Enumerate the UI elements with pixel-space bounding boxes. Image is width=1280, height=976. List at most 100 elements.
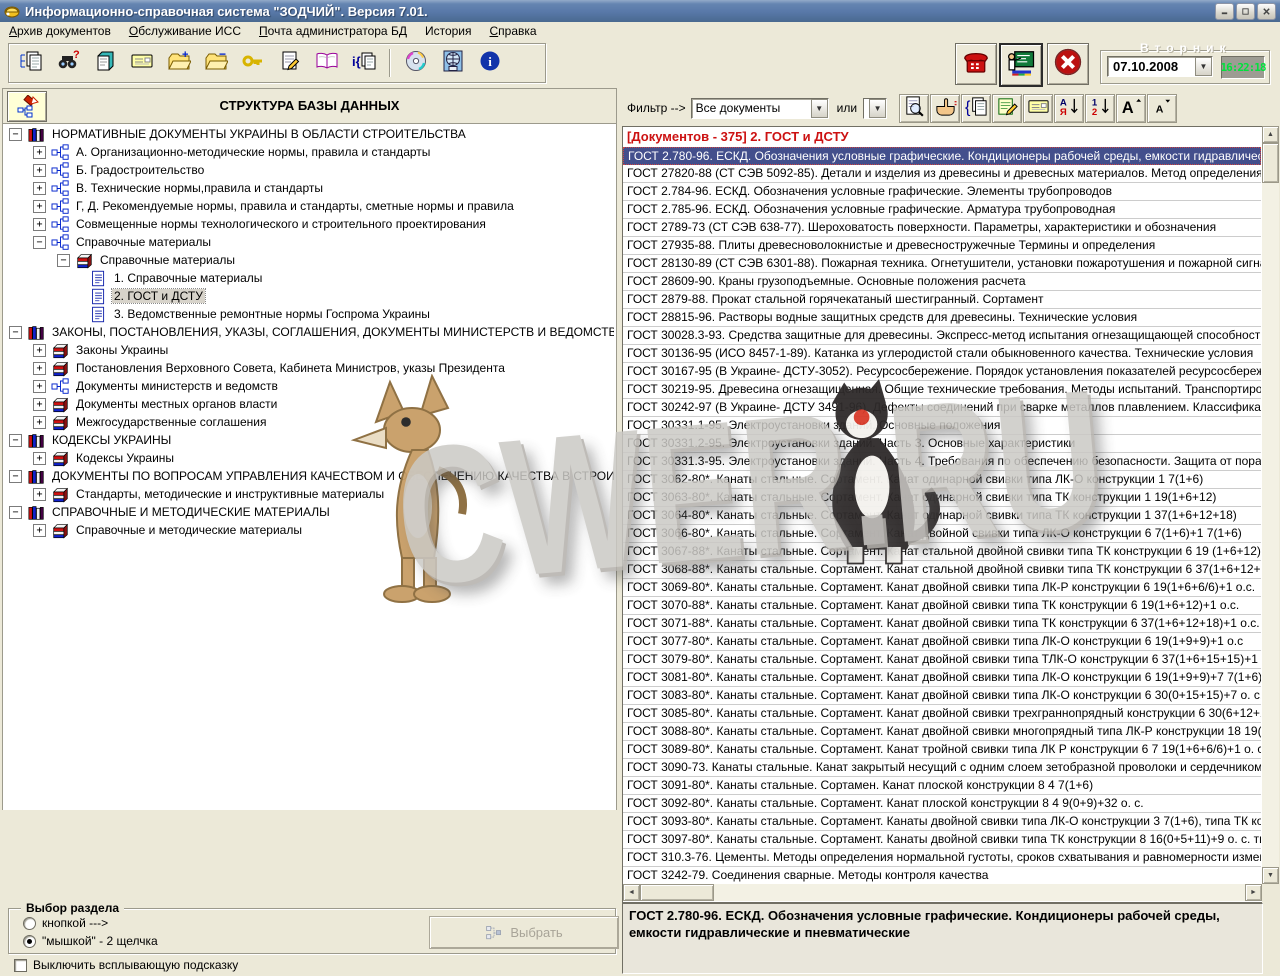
expand-toggle[interactable]: −	[9, 326, 22, 339]
document-row[interactable]: ГОСТ 3090-73. Канаты стальные. Канат зак…	[623, 759, 1261, 777]
disable-tooltip-checkbox[interactable]: Выключить всплывающую подсказку	[14, 958, 238, 972]
brace-documents-button[interactable]: {	[961, 94, 991, 123]
globe-save-button[interactable]	[439, 49, 467, 77]
notepad-button[interactable]	[91, 49, 119, 77]
folder-remove-button[interactable]: −	[202, 49, 230, 77]
document-row[interactable]: ГОСТ 3083-80*. Канаты стальные. Сортамен…	[623, 687, 1261, 705]
document-row[interactable]: ГОСТ 30136-95 (ИСО 8457-1-89). Катанка и…	[623, 345, 1261, 363]
tree-item[interactable]: −Справочные материалы	[5, 251, 614, 269]
tree-item[interactable]: −ЗАКОНЫ, ПОСТАНОВЛЕНИЯ, УКАЗЫ, СОГЛАШЕНИ…	[5, 323, 614, 341]
or-combobox[interactable]: ▼	[863, 98, 887, 119]
tree-item[interactable]: 2. ГОСТ и ДСТУ	[5, 287, 614, 305]
tree-item[interactable]: +Справочные и методические материалы	[5, 521, 614, 539]
document-row[interactable]: ГОСТ 3077-80*. Канаты стальные. Сортамен…	[623, 633, 1261, 651]
minimize-button[interactable]	[1215, 3, 1234, 20]
document-row[interactable]: ГОСТ 2.780-96. ЕСКД. Обозначения условны…	[623, 147, 1261, 165]
expand-toggle[interactable]: −	[9, 128, 22, 141]
tree-item[interactable]: +Б. Градостроительство	[5, 161, 614, 179]
document-row[interactable]: ГОСТ 3081-80*. Канаты стальные. Сортамен…	[623, 669, 1261, 687]
checkbox-icon[interactable]	[14, 959, 27, 972]
document-row[interactable]: ГОСТ 3068-88*. Канаты стальные. Сортамен…	[623, 561, 1261, 579]
document-row[interactable]: ГОСТ 3242-79. Соединения сварные. Методы…	[623, 867, 1261, 885]
document-row[interactable]: ГОСТ 3069-80*. Канаты стальные. Сортамен…	[623, 579, 1261, 597]
select-hand-button[interactable]	[930, 94, 960, 123]
menu-item-5[interactable]: Справка	[481, 23, 546, 39]
document-row[interactable]: ГОСТ 30028.3-93. Средства защитные для д…	[623, 327, 1261, 345]
structure-copy-button[interactable]	[17, 49, 45, 77]
open-book-button[interactable]	[313, 49, 341, 77]
tree-item[interactable]: +Документы местных органов власти	[5, 395, 614, 413]
document-row[interactable]: ГОСТ 3071-88*. Канаты стальные. Сортамен…	[623, 615, 1261, 633]
expand-toggle[interactable]: −	[33, 236, 46, 249]
card-index-button[interactable]	[1023, 94, 1053, 123]
expand-toggle[interactable]: +	[33, 524, 46, 537]
document-row[interactable]: ГОСТ 3062-80*. Канаты стальные. Сортамен…	[623, 471, 1261, 489]
radio-option-mouse[interactable]: "мышкой" - 2 щелчка	[23, 934, 158, 948]
expand-toggle[interactable]: +	[33, 164, 46, 177]
preview-search-button[interactable]	[899, 94, 929, 123]
document-row[interactable]: ГОСТ 30331.3-95. Электроустановки зданий…	[623, 453, 1261, 471]
expand-toggle[interactable]: +	[33, 452, 46, 465]
expand-toggle[interactable]: +	[33, 218, 46, 231]
sort-12-button[interactable]: 12	[1085, 94, 1115, 123]
document-row[interactable]: ГОСТ 3070-88*. Канаты стальные. Сортамен…	[623, 597, 1261, 615]
menu-item-4[interactable]: История	[416, 23, 481, 39]
date-dropdown-arrow[interactable]: ▼	[1195, 57, 1212, 76]
expand-toggle[interactable]: +	[33, 380, 46, 393]
scroll-up-button[interactable]: ▲	[1262, 126, 1279, 143]
document-row[interactable]: ГОСТ 27935-88. Плиты древесноволокнистые…	[623, 237, 1261, 255]
tree-item[interactable]: +Г, Д. Рекомендуемые нормы, правила и ст…	[5, 197, 614, 215]
document-row[interactable]: ГОСТ 28609-90. Краны грузоподъемные. Осн…	[623, 273, 1261, 291]
restore-button[interactable]	[1236, 3, 1255, 20]
document-row[interactable]: ГОСТ 28130-89 (СТ СЭВ 6301-88). Пожарная…	[623, 255, 1261, 273]
radio-icon[interactable]	[23, 917, 36, 930]
tree-item[interactable]: −НОРМАТИВНЫЕ ДОКУМЕНТЫ УКРАИНЫ В ОБЛАСТИ…	[5, 125, 614, 143]
radio-icon[interactable]	[23, 935, 36, 948]
tree-item[interactable]: 3. Ведомственные ремонтные нормы Госпром…	[5, 305, 614, 323]
scroll-left-button[interactable]: ◄	[623, 884, 640, 901]
document-row[interactable]: ГОСТ 30331.1-95. Электроустановки зданий…	[623, 417, 1261, 435]
expand-toggle[interactable]: +	[33, 182, 46, 195]
exit-button[interactable]	[1047, 43, 1089, 85]
tree-item[interactable]: +Совмещенные нормы технологического и ст…	[5, 215, 614, 233]
tree-item[interactable]: +Постановления Верховного Совета, Кабине…	[5, 359, 614, 377]
document-row[interactable]: ГОСТ 2.784-96. ЕСКД. Обозначения условны…	[623, 183, 1261, 201]
tree-item[interactable]: +А. Организационно-методические нормы, п…	[5, 143, 614, 161]
tree-item[interactable]: −КОДЕКСЫ УКРАИНЫ	[5, 431, 614, 449]
sort-az-button[interactable]: АЯ	[1054, 94, 1084, 123]
tree-item[interactable]: 1. Справочные материалы	[5, 269, 614, 287]
document-row[interactable]: ГОСТ 30331.2-95. Электроустановки зданий…	[623, 435, 1261, 453]
cd-rom-button[interactable]	[402, 49, 430, 77]
tree-item[interactable]: −СПРАВОЧНЫЕ И МЕТОДИЧЕСКИЕ МАТЕРИАЛЫ	[5, 503, 614, 521]
document-row[interactable]: ГОСТ 3088-80*. Канаты стальные. Сортамен…	[623, 723, 1261, 741]
close-button[interactable]	[1257, 3, 1276, 20]
tree-item[interactable]: −Справочные материалы	[5, 233, 614, 251]
document-row[interactable]: ГОСТ 3067-88*. Канаты стальные. Сортамен…	[623, 543, 1261, 561]
phone-button[interactable]	[955, 43, 997, 85]
document-row[interactable]: ГОСТ 30242-97 (В Украине- ДСТУ 3491-96).…	[623, 399, 1261, 417]
menu-item-2[interactable]: Обслуживание ИСС	[120, 23, 250, 39]
vertical-scroll-thumb[interactable]	[1262, 143, 1279, 183]
tree-item[interactable]: +Законы Украины	[5, 341, 614, 359]
tree-item[interactable]: +Документы министерств и ведомств	[5, 377, 614, 395]
info-documents-button[interactable]: i{	[350, 49, 378, 77]
horizontal-scrollbar[interactable]: ◄ ►	[623, 884, 1262, 901]
document-row[interactable]: ГОСТ 2789-73 (СТ СЭВ 638-77). Шероховато…	[623, 219, 1261, 237]
filter-dropdown-arrow[interactable]: ▼	[811, 99, 828, 118]
tree-item[interactable]: +Кодексы Украины	[5, 449, 614, 467]
date-combobox[interactable]: 07.10.2008 ▼	[1107, 56, 1213, 77]
expand-toggle[interactable]: +	[33, 200, 46, 213]
document-row[interactable]: ГОСТ 3066-80*. Канаты стальные. Сортамен…	[623, 525, 1261, 543]
edit-notepad-button[interactable]	[992, 94, 1022, 123]
expand-toggle[interactable]: −	[9, 506, 22, 519]
menu-item-3[interactable]: Почта администратора БД	[250, 23, 416, 39]
title-bar[interactable]: Информационно-справочная система "ЗОДЧИЙ…	[0, 0, 1280, 22]
tree-item[interactable]: −ДОКУМЕНТЫ ПО ВОПРОСАМ УПРАВЛЕНИЯ КАЧЕСТ…	[5, 467, 614, 485]
about-info-button[interactable]: i	[476, 49, 504, 77]
document-row[interactable]: ГОСТ 3063-80*. Канаты стальные. Сортамен…	[623, 489, 1261, 507]
vertical-scrollbar[interactable]: ▲ ▼	[1262, 126, 1279, 884]
document-row[interactable]: ГОСТ 3093-80*. Канаты стальные. Сортамен…	[623, 813, 1261, 831]
document-row[interactable]: ГОСТ 3092-80*. Канаты стальные. Сортамен…	[623, 795, 1261, 813]
document-row[interactable]: ГОСТ 30167-95 (В Украине- ДСТУ-3052). Ре…	[623, 363, 1261, 381]
document-row[interactable]: ГОСТ 28815-96. Растворы водные защитных …	[623, 309, 1261, 327]
